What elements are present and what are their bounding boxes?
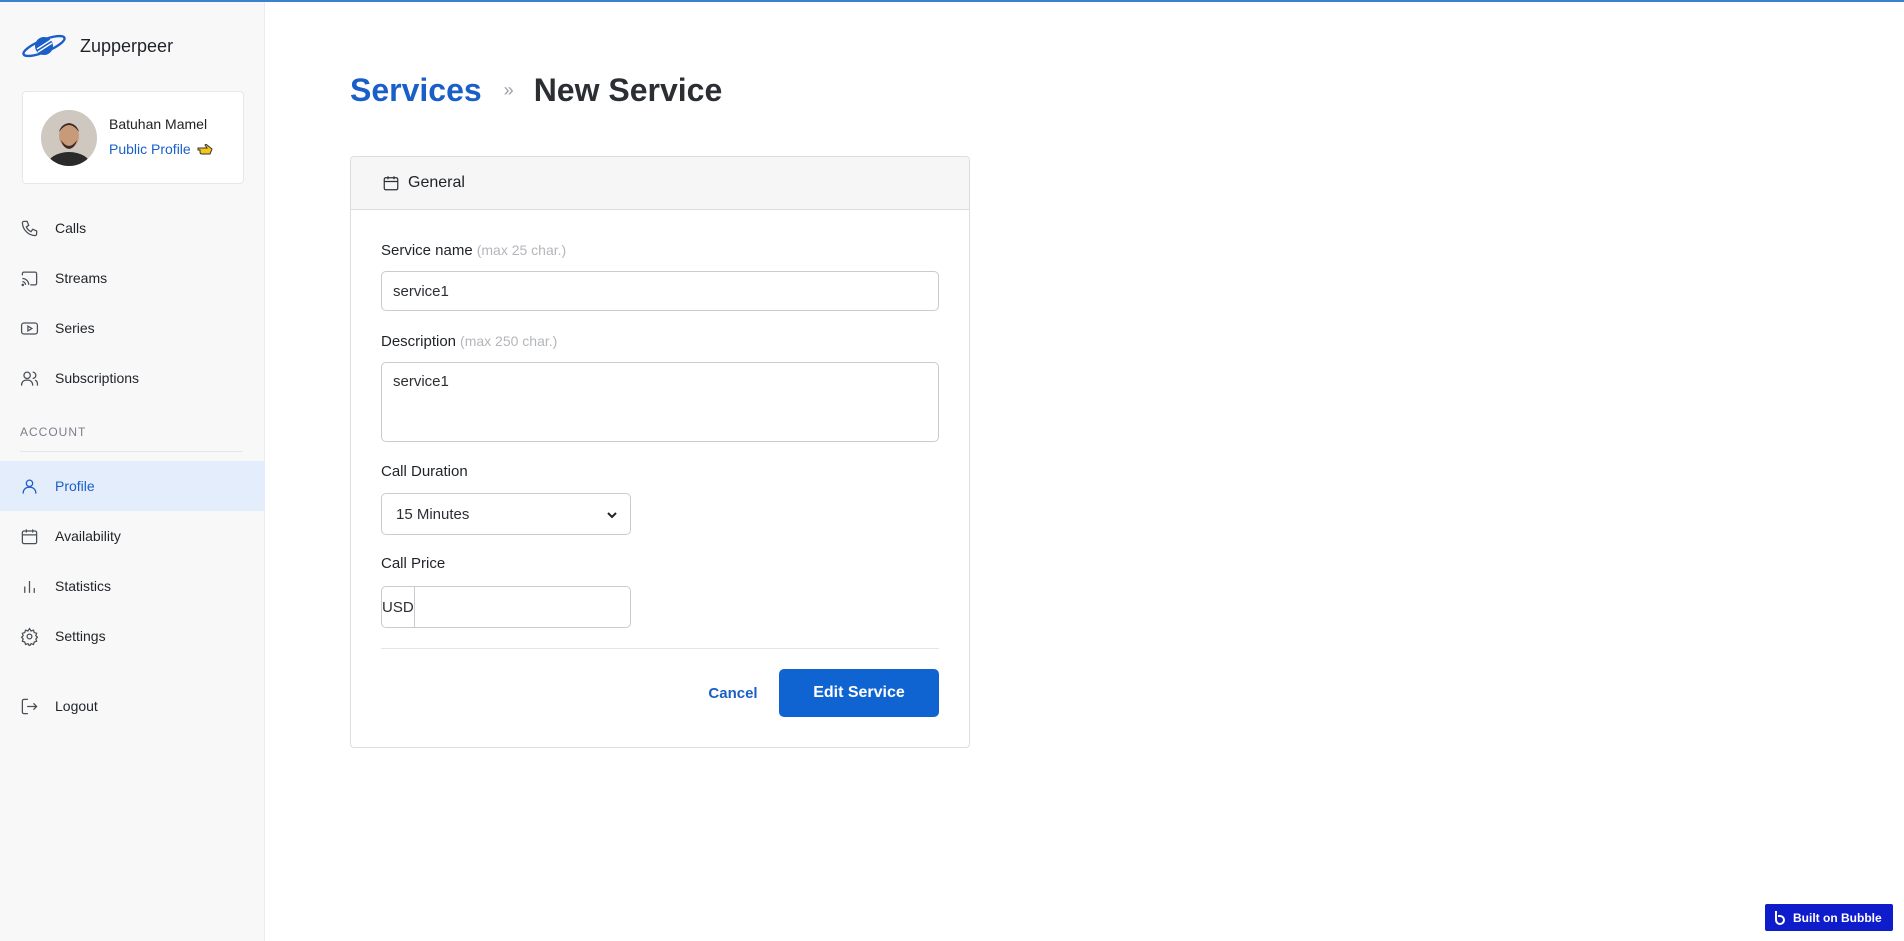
call-price-input[interactable]: [414, 587, 634, 627]
service-name-input[interactable]: [381, 271, 939, 311]
currency-addon: USD: [382, 587, 415, 627]
account-section-label: ACCOUNT: [20, 425, 87, 439]
logout-button[interactable]: Logout: [0, 681, 265, 731]
profile-card: Batuhan Mamel Public Profile: [22, 91, 244, 184]
service-form-card: General Service name(max 25 char.) Descr…: [350, 156, 970, 748]
edit-service-button[interactable]: Edit Service: [779, 669, 939, 717]
avatar[interactable]: [41, 110, 97, 166]
description-label: Description (max 250 char.): [381, 333, 557, 350]
avatar-image: [41, 110, 97, 166]
sidebar-item-availability[interactable]: Availability: [0, 511, 265, 561]
sidebar-item-label: Profile: [55, 478, 95, 494]
page-title: New Service: [533, 72, 723, 108]
pointing-hand-icon: [197, 144, 213, 155]
description-label-text: Description: [381, 333, 457, 350]
gear-icon: [20, 627, 39, 646]
bubble-logo-icon: [1775, 910, 1785, 925]
card-header: General: [351, 157, 969, 210]
sidebar-item-label: Calls: [55, 220, 87, 236]
description-hint: (max 250 char.): [460, 333, 558, 349]
section-title: General: [408, 174, 465, 191]
breadcrumb: Services » New Service: [350, 72, 722, 109]
users-icon: [20, 371, 39, 386]
cast-icon: [21, 271, 38, 287]
sidebar-item-label: Statistics: [55, 578, 112, 594]
sidebar-item-profile[interactable]: Profile: [0, 461, 265, 511]
description-textarea[interactable]: service1: [381, 362, 939, 442]
play-icon: [20, 322, 39, 335]
public-profile-label: Public Profile: [109, 141, 191, 157]
service-name-hint: (max 25 char.): [476, 242, 567, 258]
sidebar-item-label: Availability: [55, 528, 121, 544]
phone-icon: [21, 220, 38, 237]
sidebar-item-streams[interactable]: Streams: [0, 253, 265, 303]
bar-chart-icon: [24, 580, 35, 593]
call-duration-select[interactable]: 15 Minutes: [381, 493, 631, 535]
form-divider: [381, 648, 939, 649]
sidebar-item-label: Subscriptions: [55, 370, 140, 386]
sidebar-item-label: Series: [55, 320, 95, 336]
bubble-badge-label: Built on Bubble: [1793, 910, 1882, 925]
sidebar-item-calls[interactable]: Calls: [0, 203, 265, 253]
brand[interactable]: Zupperpeer: [20, 30, 173, 62]
logout-icon: [21, 698, 38, 715]
sidebar-item-label: Streams: [55, 270, 108, 286]
logout-label: Logout: [55, 698, 98, 714]
built-on-bubble-badge[interactable]: Built on Bubble: [1765, 904, 1893, 931]
sidebar-item-statistics[interactable]: Statistics: [0, 561, 265, 611]
service-name-label-text: Service name: [381, 242, 473, 259]
user-icon: [22, 479, 37, 494]
sidebar-item-settings[interactable]: Settings: [0, 611, 265, 661]
top-accent-line: [0, 0, 1904, 2]
profile-name: Batuhan Mamel: [109, 116, 208, 132]
sidebar-item-series[interactable]: Series: [0, 303, 265, 353]
planet-logo-icon: [22, 34, 66, 58]
calendar-icon: [383, 176, 399, 191]
chevron-down-icon: [607, 512, 617, 519]
cancel-button[interactable]: Cancel: [688, 669, 778, 717]
sidebar-item-subscriptions[interactable]: Subscriptions: [0, 353, 265, 403]
breadcrumb-separator: »: [503, 80, 514, 100]
sidebar-item-label: Settings: [55, 628, 106, 644]
sidebar: Zupperpeer Batuhan Mamel Public Profile …: [0, 2, 265, 941]
section-divider: [20, 451, 242, 452]
calendar-icon: [21, 529, 38, 545]
call-duration-value: 15 Minutes: [396, 505, 470, 523]
breadcrumb-services-link[interactable]: Services: [350, 72, 482, 109]
public-profile-link[interactable]: Public Profile: [109, 141, 215, 157]
service-name-label: Service name (max 25 char.): [381, 242, 566, 259]
call-price-label: Call Price: [381, 555, 446, 572]
call-price-group: USD: [381, 586, 634, 628]
call-duration-label: Call Duration: [381, 463, 468, 480]
brand-name: Zupperpeer: [80, 35, 174, 56]
